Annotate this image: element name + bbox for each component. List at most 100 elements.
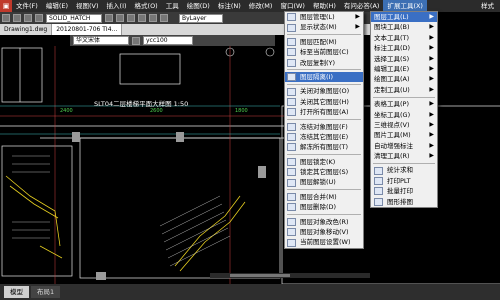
- menu-item-custom-tools[interactable]: 定制工具(U) ▶: [371, 85, 437, 95]
- drawing-title: SLT04二层楼梯平面大样图 1:50: [94, 99, 188, 108]
- menu-item-arrange[interactable]: 图形排图: [371, 197, 437, 207]
- menu-item-layer-unlock[interactable]: 图层解锁(U): [285, 177, 363, 187]
- layer-icon[interactable]: [105, 14, 113, 22]
- menu-item-purge-tools[interactable]: 清理工具(R) ▶: [371, 151, 437, 161]
- menu-item-auto-dimension[interactable]: 自动增强标注 ▶: [371, 141, 437, 151]
- menu-modify[interactable]: 修改(M): [245, 0, 277, 12]
- style-label[interactable]: 样式: [477, 0, 500, 12]
- menu-tools[interactable]: 工具: [162, 0, 183, 12]
- menu-separator: [287, 154, 361, 156]
- menu-separator: [287, 119, 361, 121]
- tab-model[interactable]: 模型: [4, 286, 29, 298]
- menu-item-sum[interactable]: 统计求和: [371, 165, 437, 175]
- hatch-style-combo[interactable]: SOLID_HATCH: [46, 13, 102, 23]
- color-icon[interactable]: [116, 14, 124, 22]
- menu-item-edit-tools[interactable]: 编辑工具(E) ▶: [371, 64, 437, 74]
- menu-edit[interactable]: 编辑(E): [42, 0, 72, 12]
- lock-others-icon: [287, 168, 296, 177]
- menu-format[interactable]: 格式(O): [131, 0, 162, 12]
- menu-separator: [287, 69, 361, 71]
- menu-draw[interactable]: 绘图(D): [183, 0, 214, 12]
- layer-freeze-icon: [287, 122, 296, 131]
- scrollbar-thumb[interactable]: [230, 274, 290, 277]
- lineweight-icon[interactable]: [138, 14, 146, 22]
- menu-item-3d-view[interactable]: 三维视点(V) ▶: [371, 120, 437, 130]
- menu-item-lock-others[interactable]: 锁定其它图层(S): [285, 167, 363, 177]
- menu-separator: [287, 83, 361, 85]
- chevron-right-icon: ▶: [429, 100, 434, 108]
- app-icon[interactable]: ▣: [0, 0, 12, 12]
- menu-item-thaw-all[interactable]: 解冻所有图层(T): [285, 142, 363, 152]
- chevron-right-icon: ▶: [429, 44, 434, 52]
- print-icon: [374, 177, 383, 186]
- bylayer-combo[interactable]: ByLayer: [179, 13, 223, 23]
- layer-state-icon[interactable]: [132, 36, 140, 45]
- menu-item-to-current-layer[interactable]: 标至当前图层(C): [285, 47, 363, 57]
- menu-item-layer-lock[interactable]: 图层锁定(K): [285, 157, 363, 167]
- menu-item-layer-manager[interactable]: 图层管理(L) ▶: [285, 12, 363, 22]
- all-layers-on-icon: [287, 108, 296, 117]
- menu-separator: [373, 162, 435, 164]
- copy-layer-icon: [287, 58, 296, 67]
- menu-item-layer-recolor[interactable]: 图层对象改色(R): [285, 217, 363, 227]
- menu-item-batch-print[interactable]: 批量打印: [371, 186, 437, 196]
- menu-item-layer-match[interactable]: 图层匹配(M): [285, 37, 363, 47]
- menu-item-layer-delete[interactable]: 图层删除(D): [285, 202, 363, 212]
- menu-item-current-layer-setting[interactable]: 当前图层设置(W): [285, 237, 363, 247]
- properties-icon[interactable]: [160, 14, 168, 22]
- menu-item-draw-tools[interactable]: 绘图工具(A) ▶: [371, 74, 437, 84]
- menu-file[interactable]: 文件(F): [12, 0, 42, 12]
- menu-item-all-layers-on[interactable]: 打开所有图层(A): [285, 107, 363, 117]
- chevron-right-icon: ▶: [429, 120, 434, 128]
- menu-item-dimension-tools[interactable]: 标注工具(D) ▶: [371, 43, 437, 53]
- menu-item-table-tools[interactable]: 表格工具(P) ▶: [371, 99, 437, 109]
- chevron-right-icon: ▶: [429, 85, 434, 93]
- menu-item-layer-move[interactable]: 图层对象移动(V): [285, 227, 363, 237]
- doc-tab-drawing1[interactable]: Drawing1.dwg: [0, 24, 53, 35]
- display-state-icon: [287, 23, 296, 32]
- arrange-icon: [374, 197, 383, 206]
- menu-separator: [287, 189, 361, 191]
- chevron-right-icon: ▶: [429, 33, 434, 41]
- menu-view[interactable]: 视图(V): [72, 0, 103, 12]
- other-layers-off-icon: [287, 97, 296, 106]
- save-icon[interactable]: [24, 14, 32, 22]
- font-combo[interactable]: 华文宋体: [73, 36, 129, 45]
- print-icon[interactable]: [35, 14, 43, 22]
- menu-dimension[interactable]: 标注(N): [214, 0, 245, 12]
- menu-item-layer-merge[interactable]: 图层合并(M): [285, 192, 363, 202]
- open-icon[interactable]: [13, 14, 21, 22]
- menu-item-layer-isolate[interactable]: 图层隔离(I): [285, 71, 363, 83]
- menu-item-freeze-others[interactable]: 冻结其它图层(E): [285, 132, 363, 142]
- menu-item-copy-to-layer[interactable]: 改层复制(Y): [285, 58, 363, 68]
- menu-item-layer-off[interactable]: 关闭对象图层(O): [285, 86, 363, 96]
- menu-item-layer-freeze[interactable]: 冻结对象图层(F): [285, 122, 363, 132]
- linetype-icon[interactable]: [127, 14, 135, 22]
- doc-tab-active[interactable]: 20120801-706 TI4...: [52, 24, 123, 35]
- menu-item-coord-tools[interactable]: 坐标工具(G) ▶: [371, 110, 437, 120]
- move-icon: [287, 228, 296, 237]
- freeze-others-icon: [287, 133, 296, 142]
- extension-tools-menu: 图层工具(L) ▶ 图块工具(B) ▶ 文本工具(T) ▶ 标注工具(D) ▶ 选择工具…: [370, 11, 438, 209]
- menu-item-text-tools[interactable]: 文本工具(T) ▶: [371, 33, 437, 43]
- menu-item-other-layers-off[interactable]: 关闭其它图层(H): [285, 97, 363, 107]
- batch-print-icon: [374, 187, 383, 196]
- menu-item-select-tools[interactable]: 选择工具(S) ▶: [371, 54, 437, 64]
- svg-text:1800: 1800: [235, 108, 248, 114]
- match-icon[interactable]: [149, 14, 157, 22]
- unlock-icon: [287, 178, 296, 187]
- menu-insert[interactable]: 插入(I): [103, 0, 131, 12]
- menu-item-layer-tools[interactable]: 图层工具(L) ▶: [371, 12, 437, 23]
- menu-item-display-state[interactable]: 显示状态(M) ▶: [285, 22, 363, 32]
- tab-layout1[interactable]: 布局1: [31, 286, 61, 298]
- recolor-icon: [287, 217, 296, 226]
- chevron-right-icon: ▶: [429, 152, 434, 160]
- menu-item-image-tools[interactable]: 图片工具(M) ▶: [371, 130, 437, 140]
- menu-item-print-plt[interactable]: 打印PLT: [371, 176, 437, 186]
- menu-item-block-tools[interactable]: 图块工具(B) ▶: [371, 22, 437, 32]
- chevron-right-icon: ▶: [429, 141, 434, 149]
- svg-text:2600: 2600: [150, 108, 163, 114]
- layer-name-combo[interactable]: ycc100: [143, 36, 193, 45]
- sum-icon: [374, 166, 383, 175]
- new-icon[interactable]: [2, 14, 10, 22]
